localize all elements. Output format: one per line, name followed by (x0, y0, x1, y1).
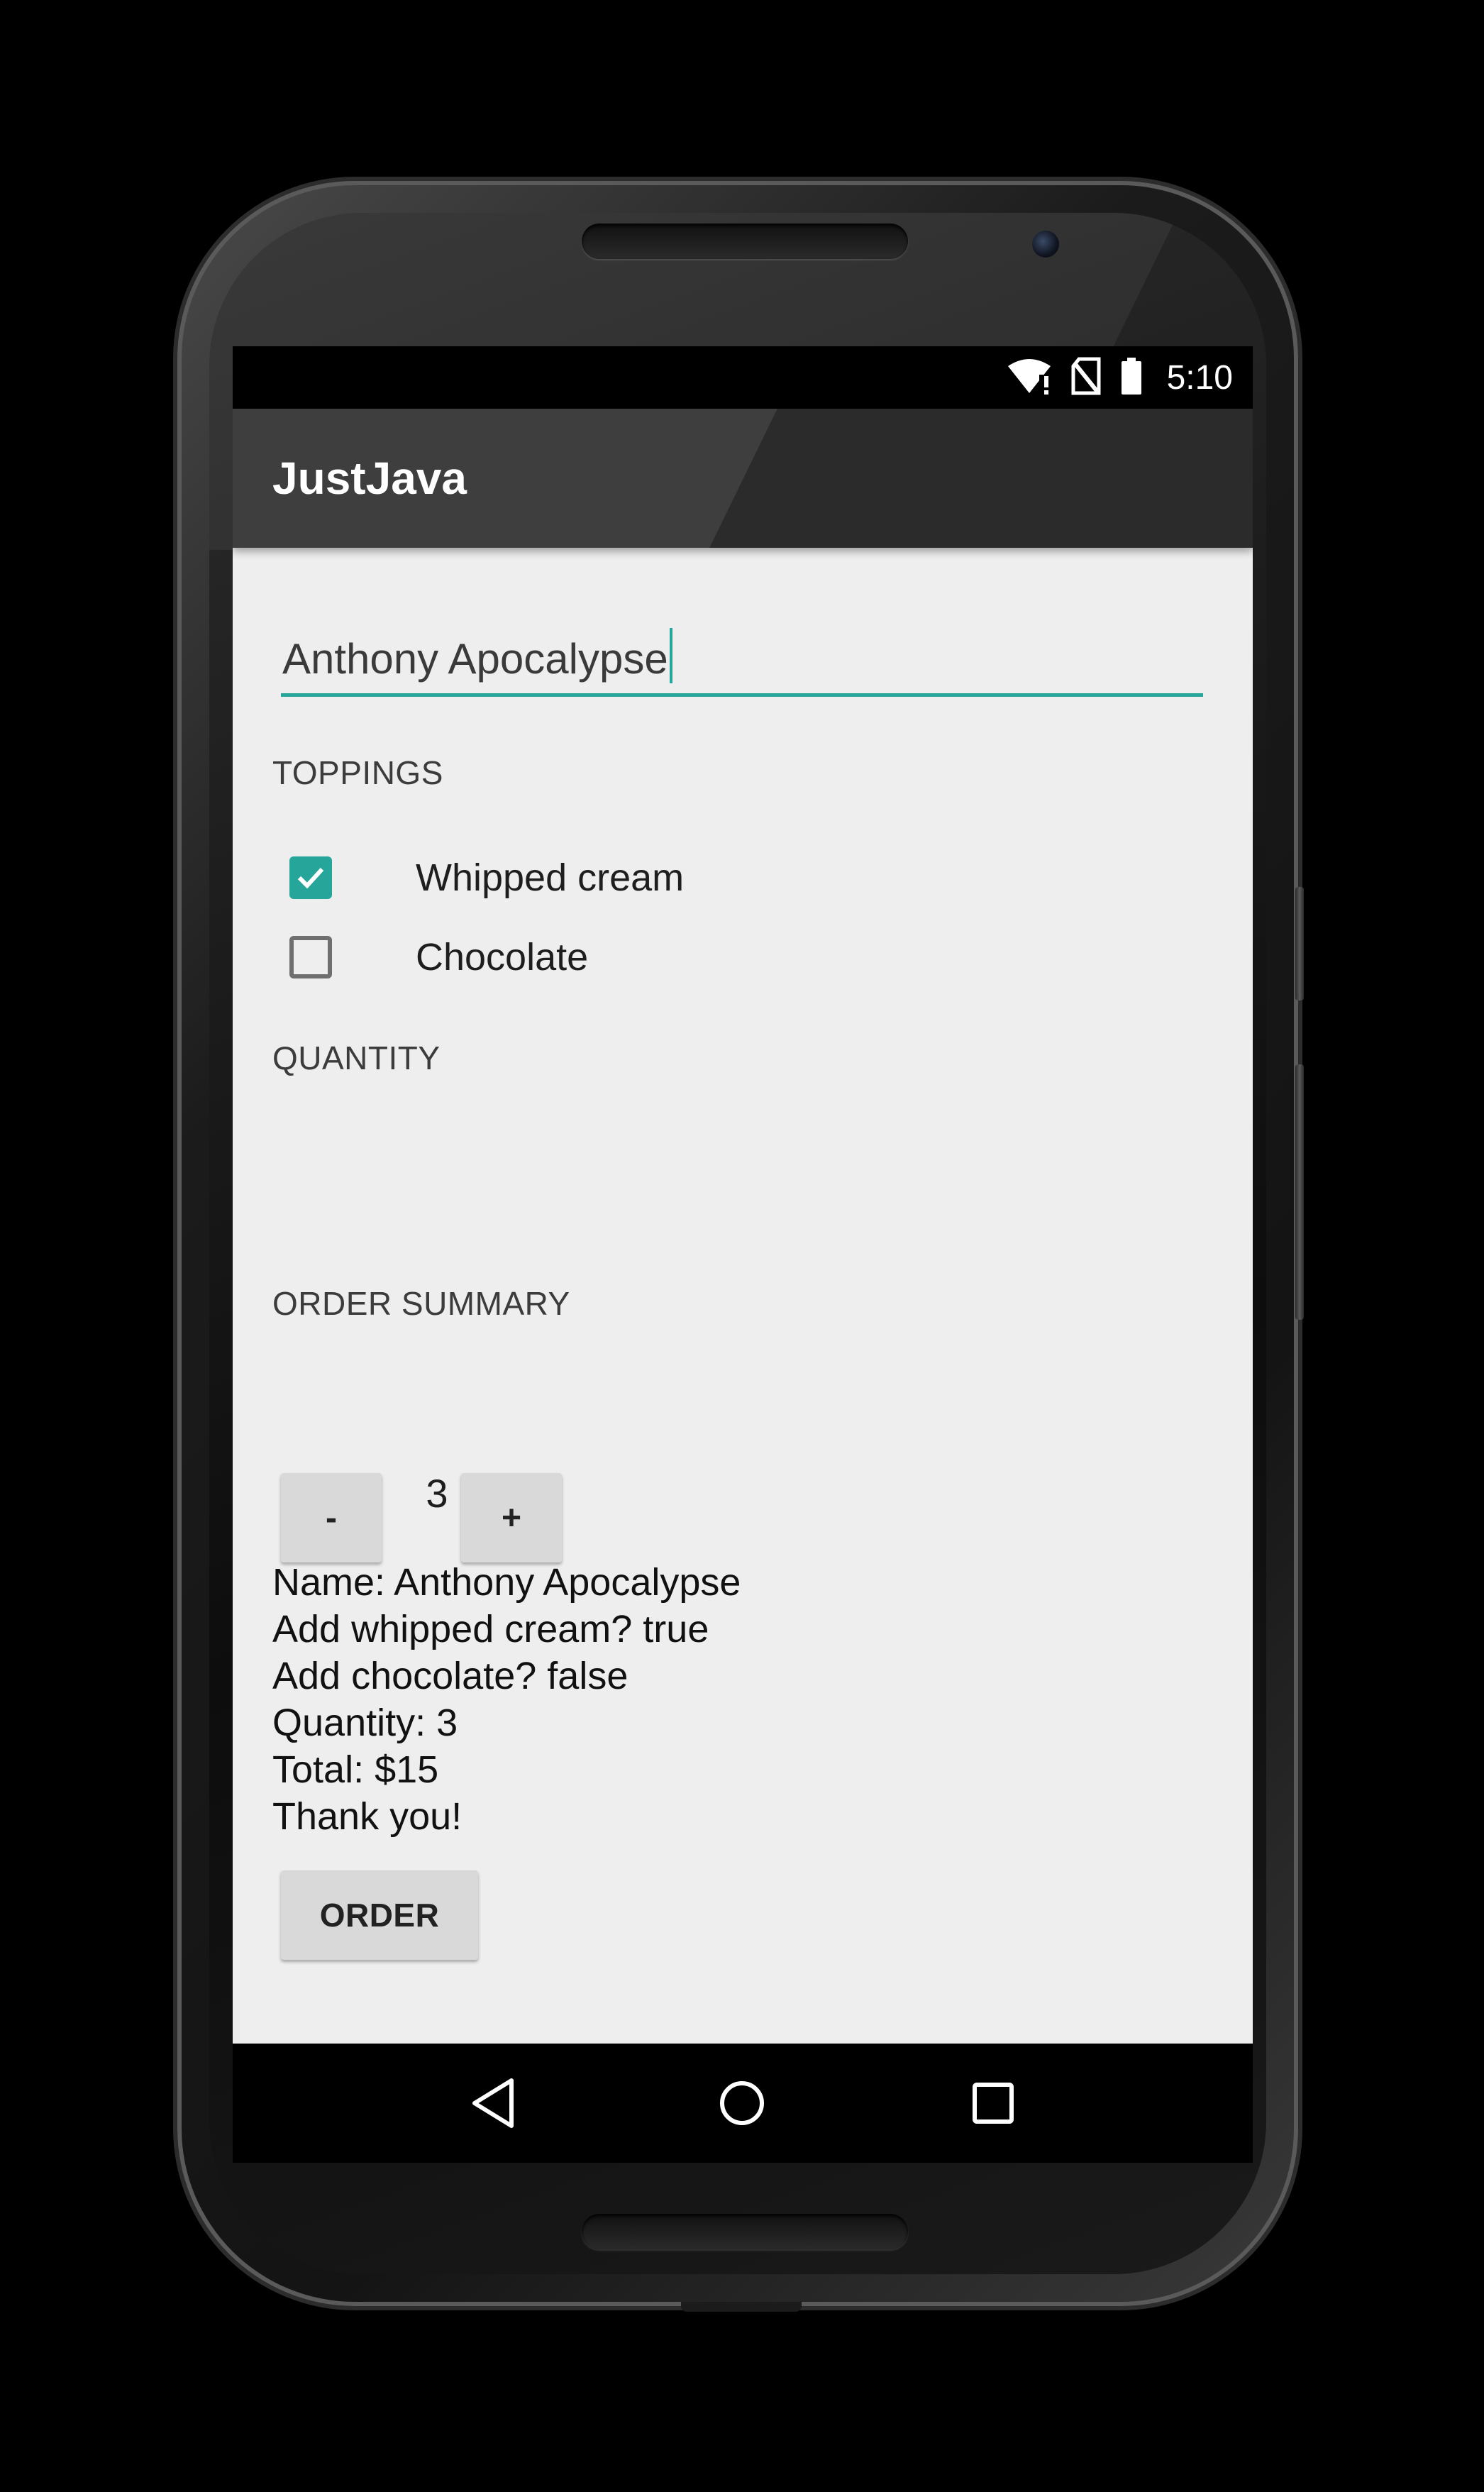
checkbox-whipped-cream[interactable]: Whipped cream (289, 846, 684, 910)
top-speaker (582, 224, 908, 259)
battery-icon (1120, 356, 1143, 399)
status-icons: 5:10 (1007, 346, 1233, 409)
checked-checkbox-icon[interactable] (289, 856, 332, 899)
power-button (1295, 887, 1304, 1000)
order-summary: Name: Anthony Apocalypse Add whipped cre… (272, 1559, 741, 1840)
name-input-text: Anthony Apocalypse (282, 635, 668, 683)
checkbox-chocolate[interactable]: Chocolate (289, 925, 588, 989)
unchecked-checkbox-icon[interactable] (289, 936, 332, 978)
front-camera (1032, 231, 1059, 258)
order-button-label: ORDER (319, 1897, 440, 1934)
volume-button (1295, 1064, 1304, 1320)
recents-icon[interactable] (958, 2068, 1029, 2139)
chocolate-label[interactable]: Chocolate (416, 935, 588, 979)
increment-button[interactable]: + (461, 1473, 562, 1562)
main-content: Anthony Apocalypse TOPPINGS Whipped crea… (233, 548, 1253, 2052)
phone-screen: 5:10 JustJava Anthony Apocalypse TOPPING… (233, 346, 1253, 2163)
bottom-speaker (582, 2214, 908, 2249)
home-icon[interactable] (707, 2068, 777, 2139)
name-input[interactable]: Anthony Apocalypse (281, 608, 1203, 697)
back-icon[interactable] (458, 2068, 529, 2139)
app-title: JustJava (272, 453, 467, 504)
order-button[interactable]: ORDER (281, 1870, 478, 1960)
decrement-button[interactable]: - (281, 1473, 382, 1562)
summary-name-line: Name: Anthony Apocalypse (272, 1561, 741, 1604)
whipped-cream-label[interactable]: Whipped cream (416, 856, 684, 900)
no-sim-icon (1070, 356, 1102, 399)
status-time: 5:10 (1166, 358, 1233, 397)
summary-total-line: Total: $15 (272, 1748, 439, 1791)
decrement-label: - (326, 1499, 337, 1537)
summary-chocolate-line: Add chocolate? false (272, 1655, 629, 1697)
bottom-notch (681, 2302, 802, 2312)
summary-whipped-cream-line: Add whipped cream? true (272, 1608, 709, 1650)
name-input-value[interactable]: Anthony Apocalypse (282, 628, 672, 683)
navigation-bar (233, 2044, 1253, 2163)
increment-label: + (501, 1499, 522, 1537)
summary-thanks-line: Thank you! (272, 1795, 463, 1838)
status-bar: 5:10 (233, 346, 1253, 409)
toppings-header: TOPPINGS (272, 754, 443, 791)
order-summary-header: ORDER SUMMARY (272, 1285, 570, 1322)
app-bar: JustJava (233, 409, 1253, 548)
wifi-warning-icon (1007, 356, 1052, 399)
quantity-header: QUANTITY (272, 1040, 441, 1076)
summary-quantity-line: Quantity: 3 (272, 1702, 458, 1744)
quantity-value: 3 (426, 1471, 448, 1516)
text-cursor (669, 628, 672, 683)
